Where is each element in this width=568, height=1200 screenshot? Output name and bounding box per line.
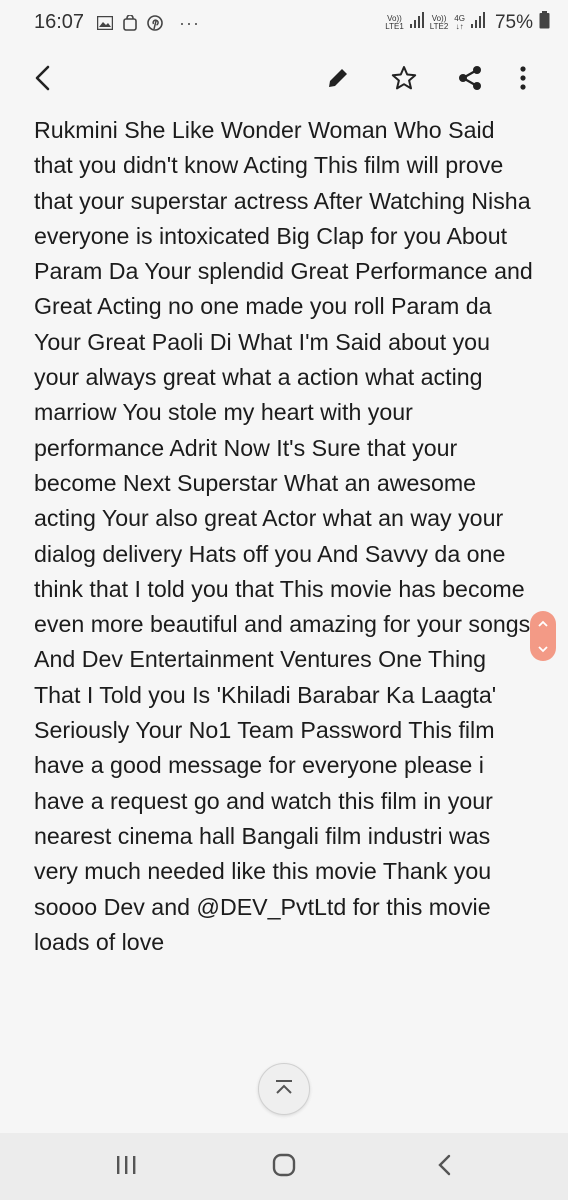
chevron-up-icon bbox=[538, 614, 548, 632]
image-icon bbox=[96, 15, 113, 32]
signal-1-icon bbox=[409, 12, 424, 33]
system-indicators: Vo)) LTE1 Vo)) LTE2 4G ↓↑ 75% bbox=[385, 11, 550, 34]
scroll-to-top-button[interactable] bbox=[258, 1063, 310, 1115]
back-arrow-icon bbox=[34, 65, 50, 96]
pencil-icon bbox=[326, 66, 350, 95]
sim2-volte: Vo)) LTE2 bbox=[429, 13, 449, 31]
network-type: 4G ↓↑ bbox=[454, 13, 465, 31]
home-icon bbox=[272, 1153, 296, 1182]
home-button[interactable] bbox=[264, 1151, 304, 1183]
pinterest-icon bbox=[146, 15, 163, 32]
more-vertical-icon bbox=[520, 65, 526, 95]
star-icon bbox=[391, 65, 417, 96]
bag-icon bbox=[121, 15, 138, 32]
more-notifications-indicator: ··· bbox=[179, 12, 200, 33]
system-navigation-bar bbox=[0, 1133, 568, 1200]
battery-percent: 75% bbox=[494, 11, 533, 33]
sim1-volte: Vo)) LTE1 bbox=[385, 13, 404, 31]
more-options-button[interactable] bbox=[503, 60, 543, 100]
share-button[interactable] bbox=[450, 60, 490, 100]
favorite-button[interactable] bbox=[384, 60, 424, 100]
chevron-down-icon bbox=[538, 640, 548, 658]
chevron-up-bar-icon bbox=[274, 1079, 294, 1100]
note-body-text: Rukmini She Like Wonder Woman Who Said t… bbox=[34, 117, 533, 955]
battery-icon bbox=[539, 11, 550, 34]
status-bar: 16:07 ··· Vo)) LTE1 Vo)) LTE2 4G ↓↑ 75% bbox=[0, 0, 568, 46]
share-icon bbox=[458, 65, 482, 96]
fast-scroll-handle[interactable] bbox=[530, 611, 556, 661]
edit-button[interactable] bbox=[318, 60, 358, 100]
back-button[interactable] bbox=[22, 60, 62, 100]
top-toolbar bbox=[0, 46, 568, 118]
recents-icon bbox=[115, 1155, 137, 1180]
recents-button[interactable] bbox=[106, 1151, 146, 1183]
signal-2-icon bbox=[470, 12, 485, 33]
nav-back-button[interactable] bbox=[424, 1151, 464, 1183]
notification-icons: ··· bbox=[96, 13, 200, 33]
status-time: 16:07 bbox=[34, 11, 85, 33]
nav-back-icon bbox=[437, 1154, 451, 1181]
